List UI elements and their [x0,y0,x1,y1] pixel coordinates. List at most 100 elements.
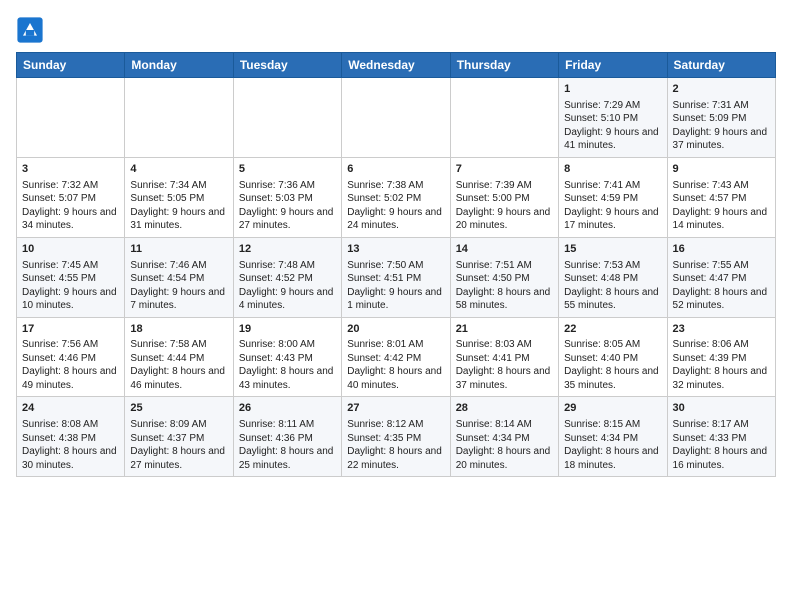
day-info-line: Sunrise: 7:43 AM [673,179,770,193]
calendar-cell [125,78,233,158]
day-info-line: Sunrise: 8:12 AM [347,418,444,432]
cell-content: 9Sunrise: 7:43 AMSunset: 4:57 PMDaylight… [673,162,770,233]
cell-content: 4Sunrise: 7:34 AMSunset: 5:05 PMDaylight… [130,162,227,233]
day-number: 5 [239,162,336,177]
calendar-cell: 17Sunrise: 7:56 AMSunset: 4:46 PMDayligh… [17,317,125,397]
calendar-cell: 25Sunrise: 8:09 AMSunset: 4:37 PMDayligh… [125,397,233,477]
day-number: 18 [130,322,227,337]
day-info-line: Sunrise: 8:15 AM [564,418,661,432]
day-info-line: Sunrise: 8:05 AM [564,338,661,352]
day-info-line: Sunset: 5:07 PM [22,192,119,206]
day-info-line: Sunset: 4:59 PM [564,192,661,206]
day-info-line: Daylight: 9 hours and 14 minutes. [673,206,770,233]
calendar-cell [17,78,125,158]
day-info-line: Daylight: 8 hours and 55 minutes. [564,286,661,313]
calendar-cell: 11Sunrise: 7:46 AMSunset: 4:54 PMDayligh… [125,237,233,317]
day-info-line: Sunset: 5:00 PM [456,192,553,206]
cell-content: 30Sunrise: 8:17 AMSunset: 4:33 PMDayligh… [673,401,770,472]
calendar-cell: 8Sunrise: 7:41 AMSunset: 4:59 PMDaylight… [559,157,667,237]
day-info-line: Sunset: 4:44 PM [130,352,227,366]
day-info-line: Sunset: 4:40 PM [564,352,661,366]
day-number: 21 [456,322,553,337]
day-number: 19 [239,322,336,337]
day-info-line: Sunrise: 8:09 AM [130,418,227,432]
day-number: 12 [239,242,336,257]
weekday-header: Saturday [667,53,775,78]
day-number: 30 [673,401,770,416]
day-info-line: Sunrise: 8:03 AM [456,338,553,352]
day-number: 17 [22,322,119,337]
cell-content: 15Sunrise: 7:53 AMSunset: 4:48 PMDayligh… [564,242,661,313]
day-number: 9 [673,162,770,177]
cell-content: 26Sunrise: 8:11 AMSunset: 4:36 PMDayligh… [239,401,336,472]
cell-content: 23Sunrise: 8:06 AMSunset: 4:39 PMDayligh… [673,322,770,393]
day-info-line: Daylight: 8 hours and 27 minutes. [130,445,227,472]
day-number: 11 [130,242,227,257]
day-info-line: Daylight: 9 hours and 31 minutes. [130,206,227,233]
calendar-cell: 20Sunrise: 8:01 AMSunset: 4:42 PMDayligh… [342,317,450,397]
calendar-table: SundayMondayTuesdayWednesdayThursdayFrid… [16,52,776,477]
calendar-cell: 5Sunrise: 7:36 AMSunset: 5:03 PMDaylight… [233,157,341,237]
calendar-cell: 13Sunrise: 7:50 AMSunset: 4:51 PMDayligh… [342,237,450,317]
day-info-line: Sunset: 4:41 PM [456,352,553,366]
day-number: 23 [673,322,770,337]
day-info-line: Sunrise: 8:14 AM [456,418,553,432]
day-info-line: Sunrise: 8:11 AM [239,418,336,432]
calendar-cell: 18Sunrise: 7:58 AMSunset: 4:44 PMDayligh… [125,317,233,397]
calendar-cell: 21Sunrise: 8:03 AMSunset: 4:41 PMDayligh… [450,317,558,397]
day-number: 14 [456,242,553,257]
calendar-week-row: 17Sunrise: 7:56 AMSunset: 4:46 PMDayligh… [17,317,776,397]
day-info-line: Sunset: 4:38 PM [22,432,119,446]
day-info-line: Sunrise: 8:08 AM [22,418,119,432]
cell-content: 11Sunrise: 7:46 AMSunset: 4:54 PMDayligh… [130,242,227,313]
day-number: 13 [347,242,444,257]
weekday-header: Thursday [450,53,558,78]
calendar-cell: 14Sunrise: 7:51 AMSunset: 4:50 PMDayligh… [450,237,558,317]
calendar-cell: 26Sunrise: 8:11 AMSunset: 4:36 PMDayligh… [233,397,341,477]
day-info-line: Daylight: 8 hours and 49 minutes. [22,365,119,392]
cell-content: 13Sunrise: 7:50 AMSunset: 4:51 PMDayligh… [347,242,444,313]
day-number: 26 [239,401,336,416]
calendar-cell: 30Sunrise: 8:17 AMSunset: 4:33 PMDayligh… [667,397,775,477]
cell-content: 2Sunrise: 7:31 AMSunset: 5:09 PMDaylight… [673,82,770,153]
calendar-week-row: 3Sunrise: 7:32 AMSunset: 5:07 PMDaylight… [17,157,776,237]
day-info-line: Sunrise: 7:56 AM [22,338,119,352]
calendar-cell: 4Sunrise: 7:34 AMSunset: 5:05 PMDaylight… [125,157,233,237]
day-info-line: Sunset: 4:43 PM [239,352,336,366]
day-number: 1 [564,82,661,97]
day-info-line: Daylight: 8 hours and 18 minutes. [564,445,661,472]
day-info-line: Sunrise: 7:34 AM [130,179,227,193]
cell-content: 22Sunrise: 8:05 AMSunset: 4:40 PMDayligh… [564,322,661,393]
day-info-line: Sunrise: 7:29 AM [564,99,661,113]
day-info-line: Sunrise: 7:46 AM [130,259,227,273]
day-info-line: Sunrise: 7:39 AM [456,179,553,193]
day-info-line: Sunrise: 7:45 AM [22,259,119,273]
cell-content: 17Sunrise: 7:56 AMSunset: 4:46 PMDayligh… [22,322,119,393]
day-number: 2 [673,82,770,97]
calendar-cell: 16Sunrise: 7:55 AMSunset: 4:47 PMDayligh… [667,237,775,317]
calendar-cell: 6Sunrise: 7:38 AMSunset: 5:02 PMDaylight… [342,157,450,237]
day-info-line: Sunrise: 7:36 AM [239,179,336,193]
day-info-line: Daylight: 8 hours and 32 minutes. [673,365,770,392]
day-info-line: Sunset: 4:33 PM [673,432,770,446]
day-info-line: Sunrise: 7:32 AM [22,179,119,193]
day-info-line: Daylight: 9 hours and 4 minutes. [239,286,336,313]
day-info-line: Sunrise: 7:53 AM [564,259,661,273]
weekday-header: Tuesday [233,53,341,78]
day-number: 15 [564,242,661,257]
calendar-week-row: 1Sunrise: 7:29 AMSunset: 5:10 PMDaylight… [17,78,776,158]
calendar-week-row: 24Sunrise: 8:08 AMSunset: 4:38 PMDayligh… [17,397,776,477]
day-info-line: Sunrise: 8:01 AM [347,338,444,352]
day-info-line: Sunset: 4:46 PM [22,352,119,366]
cell-content: 1Sunrise: 7:29 AMSunset: 5:10 PMDaylight… [564,82,661,153]
calendar-cell: 10Sunrise: 7:45 AMSunset: 4:55 PMDayligh… [17,237,125,317]
day-info-line: Sunrise: 7:31 AM [673,99,770,113]
day-info-line: Daylight: 9 hours and 24 minutes. [347,206,444,233]
cell-content: 29Sunrise: 8:15 AMSunset: 4:34 PMDayligh… [564,401,661,472]
cell-content: 21Sunrise: 8:03 AMSunset: 4:41 PMDayligh… [456,322,553,393]
weekday-header: Sunday [17,53,125,78]
day-info-line: Daylight: 8 hours and 40 minutes. [347,365,444,392]
day-info-line: Daylight: 8 hours and 16 minutes. [673,445,770,472]
day-info-line: Sunrise: 7:50 AM [347,259,444,273]
day-info-line: Daylight: 8 hours and 37 minutes. [456,365,553,392]
